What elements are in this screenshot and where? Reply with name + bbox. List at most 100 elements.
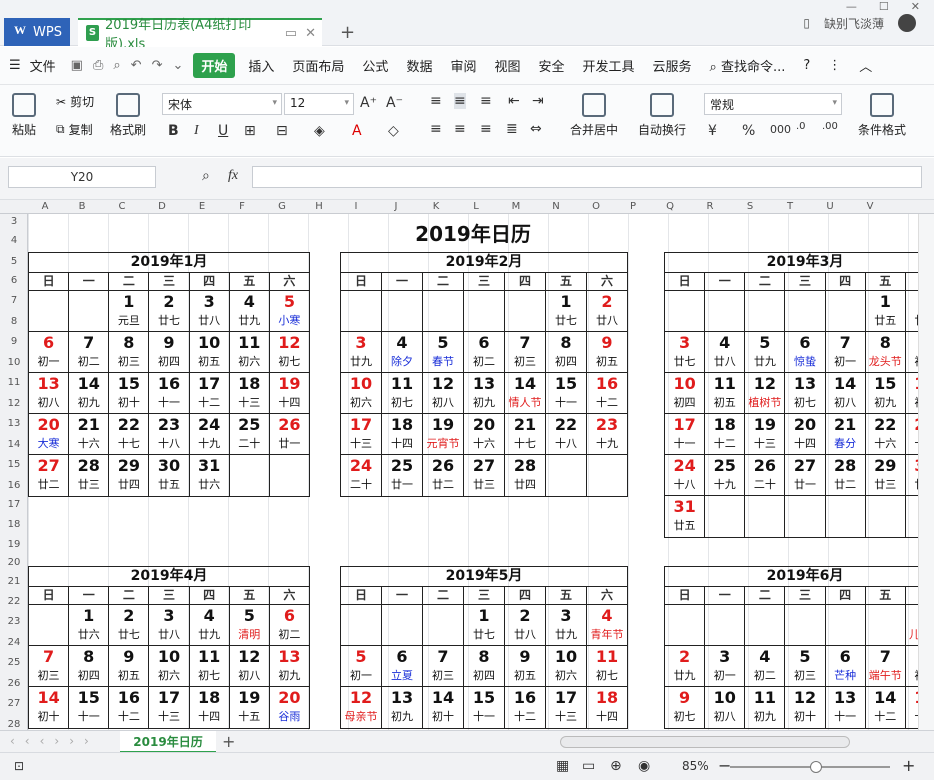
day-cell[interactable]: 13 初九 xyxy=(382,687,423,728)
decrease-decimal-icon[interactable]: .00 xyxy=(822,121,838,132)
day-cell[interactable]: 29 廿三 xyxy=(866,455,906,495)
day-cell[interactable]: 15 十一 xyxy=(546,373,587,413)
formula-input[interactable] xyxy=(252,166,922,188)
day-cell[interactable]: 7 初三 xyxy=(423,646,464,686)
day-cell[interactable]: 23 十八 xyxy=(149,414,190,454)
day-cell[interactable]: 20 大寒 xyxy=(29,414,70,454)
day-cell[interactable]: 14 初八 xyxy=(826,373,866,413)
day-cell[interactable]: 23十七 xyxy=(906,414,918,454)
day-cell[interactable]: 19 元宵节 xyxy=(423,414,464,454)
day-cell[interactable]: 8 初三 xyxy=(109,332,150,372)
day-cell[interactable]: 4 廿九 xyxy=(190,605,230,645)
day-cell[interactable]: 8 初四 xyxy=(464,646,505,686)
conditional-format-button[interactable]: 条件格式 xyxy=(858,93,906,138)
sheet-tab[interactable]: 2019年日历 xyxy=(120,731,216,753)
day-cell[interactable]: 5 清明 xyxy=(230,605,270,645)
day-cell[interactable]: 9 初五 xyxy=(109,646,150,686)
page-break-icon[interactable]: ⊕ xyxy=(610,758,622,774)
column-header-r[interactable]: R xyxy=(690,201,730,212)
row-header-26[interactable]: 26 xyxy=(0,674,28,693)
column-header-b[interactable]: B xyxy=(62,201,102,212)
day-cell[interactable]: 17 十三 xyxy=(341,414,382,454)
menu-cloud[interactable]: 云服务 xyxy=(644,56,701,75)
day-cell[interactable]: 30 廿五 xyxy=(149,455,190,496)
name-box[interactable]: Y20 xyxy=(8,166,156,188)
column-header-j[interactable]: J xyxy=(376,201,416,212)
day-cell[interactable]: 20 十四 xyxy=(785,414,826,454)
print-icon[interactable]: ⎙ xyxy=(93,58,103,73)
align-left-icon[interactable]: ≡ xyxy=(430,121,442,137)
day-cell[interactable] xyxy=(665,291,706,331)
day-cell[interactable]: 10 初六 xyxy=(546,646,587,686)
font-select[interactable]: 宋体 ▾ xyxy=(162,93,282,115)
day-cell[interactable] xyxy=(866,605,906,645)
row-header-22[interactable]: 22 xyxy=(0,593,28,611)
day-cell[interactable]: 6 初二 xyxy=(464,332,505,372)
day-cell[interactable]: 9初三 xyxy=(906,332,918,372)
day-cell[interactable]: 12 植树节 xyxy=(745,373,786,413)
day-cell[interactable]: 16 十二 xyxy=(587,373,627,413)
day-cell[interactable]: 7 初一 xyxy=(826,332,866,372)
day-cell[interactable]: 11 初七 xyxy=(382,373,423,413)
italic-icon[interactable]: I xyxy=(194,123,199,139)
day-cell[interactable]: 4 廿八 xyxy=(705,332,746,372)
day-cell[interactable]: 26 廿二 xyxy=(423,455,464,496)
day-cell[interactable]: 3 廿八 xyxy=(190,291,230,331)
day-cell[interactable]: 30廿四 xyxy=(906,455,918,495)
menu-file[interactable]: 文件 xyxy=(30,56,65,75)
day-cell[interactable]: 11 初七 xyxy=(190,646,230,686)
day-cell[interactable]: 19 十五 xyxy=(230,687,270,728)
day-cell[interactable]: 7 端午节 xyxy=(866,646,906,686)
eye-protect-icon[interactable]: ◉ xyxy=(638,758,650,774)
day-cell[interactable]: 11 初六 xyxy=(230,332,270,372)
day-cell[interactable]: 22 十七 xyxy=(109,414,150,454)
horizontal-scrollbar[interactable] xyxy=(560,736,850,748)
day-cell[interactable]: 14 初九 xyxy=(69,373,110,413)
day-cell[interactable] xyxy=(382,291,423,331)
day-cell[interactable]: 11 初七 xyxy=(587,646,627,686)
column-header-v[interactable]: V xyxy=(850,201,890,212)
row-header-19[interactable]: 19 xyxy=(0,535,28,555)
row-header-27[interactable]: 27 xyxy=(0,693,28,715)
day-cell[interactable]: 28 廿三 xyxy=(69,455,110,496)
day-cell[interactable]: 6 惊蛰 xyxy=(785,332,826,372)
day-cell[interactable]: 3 廿九 xyxy=(341,332,382,372)
more-icon[interactable]: ⋮ xyxy=(819,58,850,73)
day-cell[interactable]: 1 廿七 xyxy=(546,291,587,331)
day-cell[interactable]: 14 初十 xyxy=(423,687,464,728)
day-cell[interactable]: 8 龙头节 xyxy=(866,332,906,372)
column-header-s[interactable]: S xyxy=(730,201,770,212)
column-header-a[interactable]: A xyxy=(28,201,62,212)
day-cell[interactable]: 25 十九 xyxy=(705,455,746,495)
day-cell[interactable] xyxy=(587,455,627,496)
row-header-6[interactable]: 6 xyxy=(0,272,28,290)
day-cell[interactable] xyxy=(826,291,866,331)
day-cell[interactable]: 3 初一 xyxy=(705,646,746,686)
day-cell[interactable]: 1儿童节 xyxy=(906,605,918,645)
decrease-font-icon[interactable]: A⁻ xyxy=(386,95,403,111)
day-cell[interactable]: 24 二十 xyxy=(341,455,382,496)
column-header-l[interactable]: L xyxy=(456,201,496,212)
day-cell[interactable] xyxy=(705,605,746,645)
row-header-8[interactable]: 8 xyxy=(0,312,28,331)
day-cell[interactable]: 18 十三 xyxy=(230,373,270,413)
currency-icon[interactable]: ¥ xyxy=(708,123,717,139)
column-header-c[interactable]: C xyxy=(102,201,142,212)
layout-icon[interactable]: ▯ xyxy=(803,16,810,30)
day-cell[interactable]: 17 十一 xyxy=(665,414,706,454)
cell-style-icon[interactable]: ⊟ xyxy=(276,123,288,139)
collapse-ribbon-icon[interactable]: ︿ xyxy=(850,56,881,75)
day-cell[interactable] xyxy=(546,455,587,496)
day-cell[interactable]: 11 初九 xyxy=(745,687,786,728)
row-header-20[interactable]: 20 xyxy=(0,555,28,571)
undo-icon[interactable]: ↶ xyxy=(131,58,142,73)
day-cell[interactable]: 10 初五 xyxy=(190,332,230,372)
new-tab-button[interactable]: + xyxy=(340,22,355,43)
day-cell[interactable]: 10 初六 xyxy=(149,646,190,686)
day-cell[interactable]: 5 春节 xyxy=(423,332,464,372)
day-cell[interactable]: 2 廿八 xyxy=(587,291,627,331)
day-cell[interactable]: 15 十一 xyxy=(69,687,110,728)
column-header-p[interactable]: P xyxy=(616,201,650,212)
row-header-10[interactable]: 10 xyxy=(0,353,28,372)
day-cell[interactable]: 12 初八 xyxy=(423,373,464,413)
